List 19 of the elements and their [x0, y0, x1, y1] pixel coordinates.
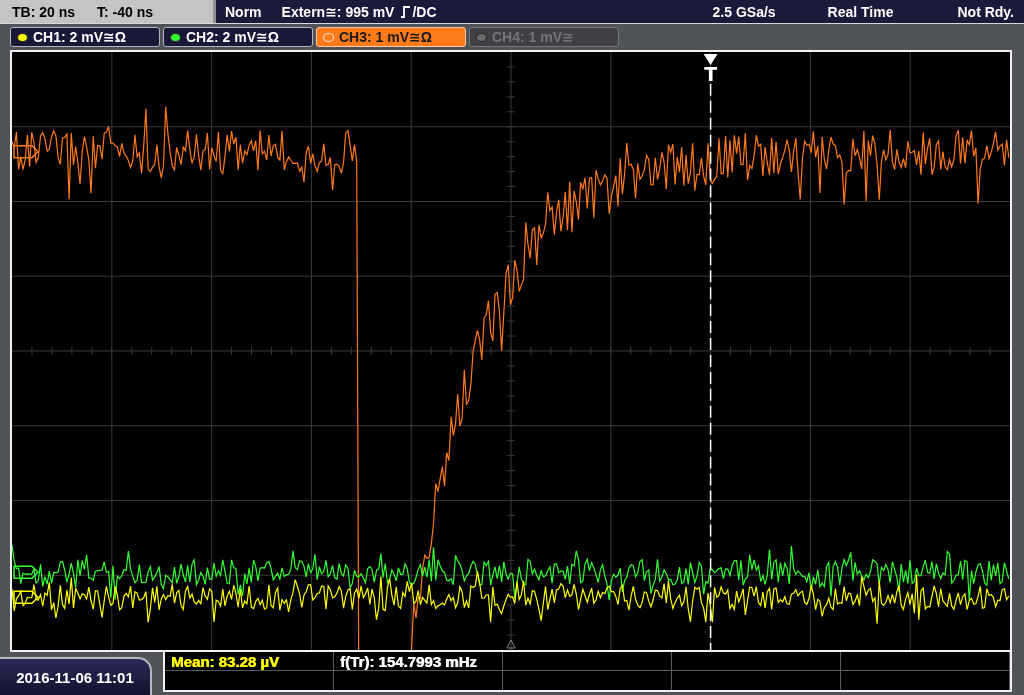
acquisition-mode-label[interactable]: Real Time: [827, 3, 894, 20]
sample-rate-readout: 2.5 GSa/s: [712, 3, 776, 20]
trigger-coupling-label[interactable]: /DC: [412, 3, 437, 20]
rising-edge-icon: [400, 4, 412, 19]
reference-marker-icon: [506, 639, 516, 649]
channel-tab[interactable]: CH1: 2 mV≅Ω: [10, 27, 160, 47]
status-label: Not Rdy.: [957, 3, 1014, 20]
timebase-readout[interactable]: TB: 20 ns: [12, 3, 75, 20]
trigger-source-readout[interactable]: Extern≅: 995 mV: [281, 3, 395, 20]
channel-marker-icon[interactable]: [13, 144, 39, 159]
channel-tab[interactable]: CH2: 2 mV≅Ω: [163, 27, 313, 47]
channel-tab[interactable]: CH3: 1 mV≅Ω: [316, 27, 466, 47]
trigger-triangle-icon[interactable]: [703, 54, 718, 65]
date-time-label: 2016-11-06 11:01: [0, 657, 152, 695]
trigger-offset-readout[interactable]: T: -40 ns: [97, 3, 154, 20]
trigger-marker-label[interactable]: T: [704, 62, 718, 85]
measurement-readout[interactable]: Mean: 83.28 µV: [171, 653, 279, 670]
trigger-mode-label[interactable]: Norm: [225, 3, 262, 20]
measurement-readout[interactable]: f(Tr): 154.7993 mHz: [340, 653, 477, 670]
